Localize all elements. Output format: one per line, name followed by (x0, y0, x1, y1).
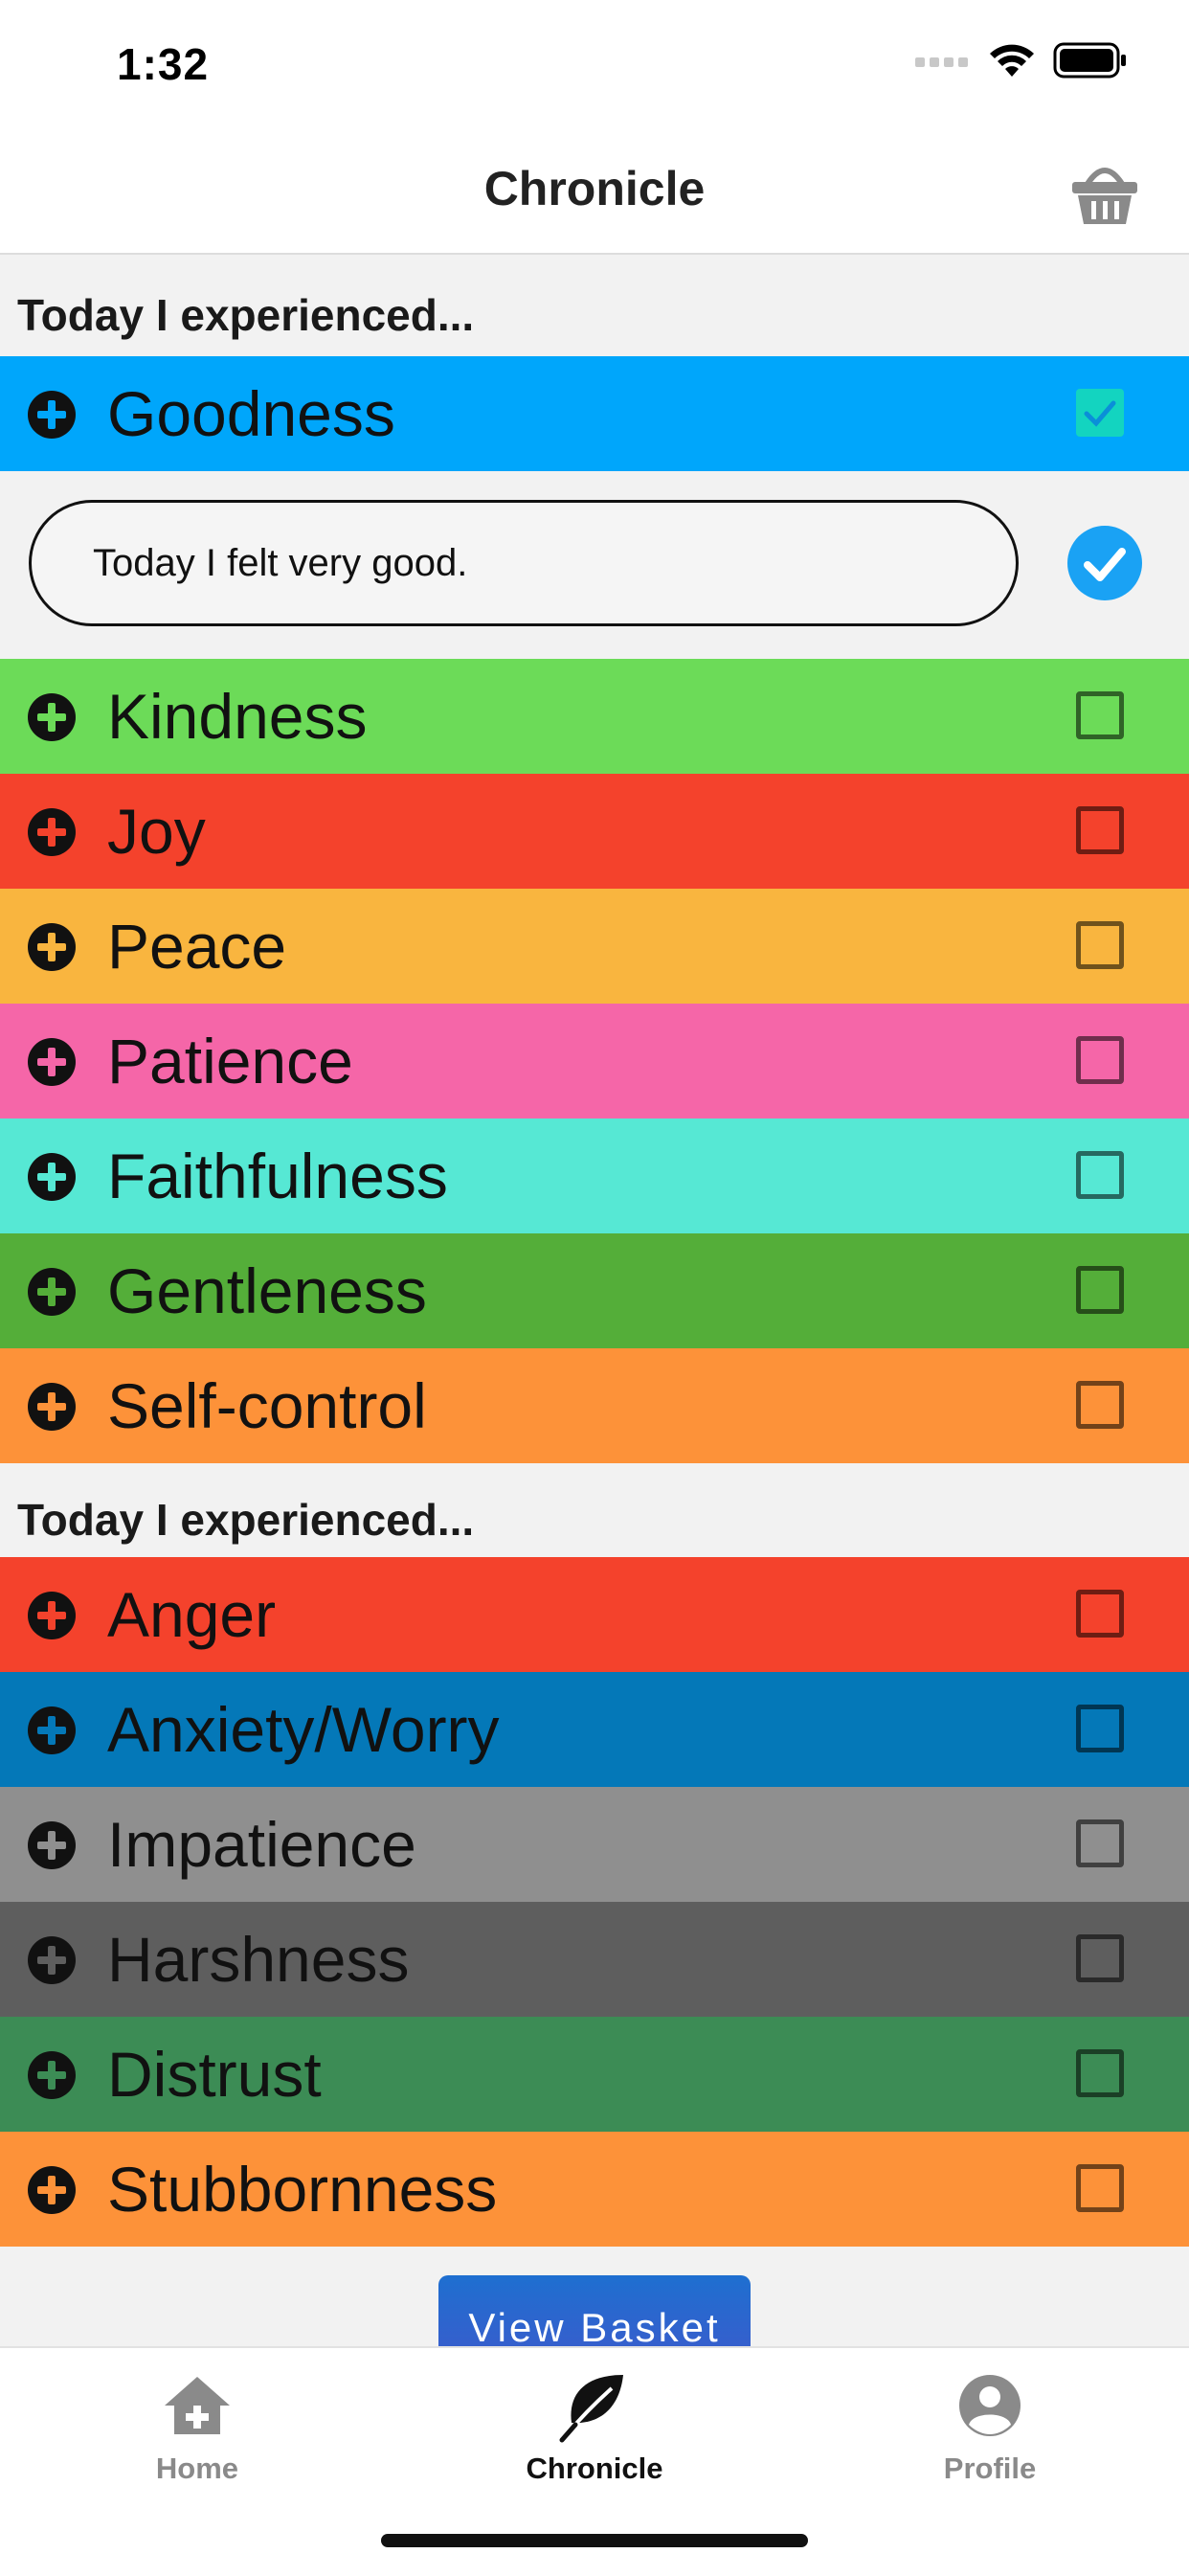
list-item[interactable]: Peace (0, 889, 1189, 1004)
leaf-icon (559, 2375, 623, 2443)
section-header-struggles: Today I experienced... (17, 1495, 475, 1545)
plus-circle-icon[interactable] (27, 390, 77, 440)
checkmark-icon (1084, 400, 1116, 427)
list-item[interactable]: Anger (0, 1557, 1189, 1672)
struggle-list: Anger Anxiety/Worry Impatience Harshness Dis… (0, 1557, 1189, 2247)
plus-circle-icon[interactable] (27, 1382, 77, 1432)
status-time: 1:32 (117, 39, 210, 89)
section-header-fruits: Today I experienced... (17, 290, 475, 340)
plus-circle-icon[interactable] (27, 1152, 77, 1202)
item-label: Gentleness (107, 1255, 427, 1326)
note-entry: Today I felt very good. (0, 471, 1189, 659)
page-title: Chronicle (483, 162, 706, 215)
tab-profile-label: Profile (943, 2452, 1037, 2485)
item-label: Kindness (107, 681, 368, 752)
item-label: Impatience (107, 1809, 416, 1880)
chronicle-list[interactable]: Today I experienced... Goodness Today I f… (0, 255, 1189, 2346)
list-item[interactable]: Gentleness (0, 1233, 1189, 1348)
tab-chronicle-label: Chronicle (526, 2452, 663, 2485)
item-checkbox[interactable] (1076, 1151, 1124, 1199)
wifi-icon (990, 44, 1034, 77)
signal-icon (915, 57, 968, 67)
home-indicator (381, 2534, 808, 2547)
item-checkbox[interactable] (1076, 389, 1124, 437)
status-icons (915, 42, 1128, 79)
plus-circle-icon[interactable] (27, 807, 77, 857)
plus-circle-icon[interactable] (27, 1591, 77, 1640)
list-item[interactable]: Distrust (0, 2017, 1189, 2132)
plus-circle-icon[interactable] (27, 2165, 77, 2215)
tab-chronicle[interactable]: Chronicle (470, 2367, 719, 2501)
item-checkbox[interactable] (1076, 1590, 1124, 1638)
list-item[interactable]: Goodness (0, 356, 1189, 471)
plus-circle-icon[interactable] (27, 1037, 77, 1087)
item-checkbox[interactable] (1076, 1705, 1124, 1752)
tab-home[interactable]: Home (73, 2367, 322, 2501)
list-item[interactable]: Harshness (0, 1902, 1189, 2017)
home-icon (165, 2377, 230, 2434)
basket-icon (1072, 168, 1137, 224)
list-item[interactable]: Impatience (0, 1787, 1189, 1902)
item-checkbox[interactable] (1076, 2164, 1124, 2212)
item-label: Harshness (107, 1924, 410, 1995)
list-item[interactable]: Stubbornness (0, 2132, 1189, 2247)
view-basket-button[interactable]: View Basket (438, 2275, 751, 2346)
nav-bar: Chronicle (0, 134, 1189, 255)
plus-circle-icon[interactable] (27, 2050, 77, 2100)
item-checkbox[interactable] (1076, 806, 1124, 854)
item-checkbox[interactable] (1076, 691, 1124, 739)
tab-profile[interactable]: Profile (865, 2367, 1114, 2501)
item-label: Anger (107, 1579, 277, 1650)
list-item[interactable]: Self-control (0, 1348, 1189, 1463)
plus-circle-icon[interactable] (27, 1820, 77, 1870)
fruit-list: Goodness Today I felt very good. Kindness J… (0, 356, 1189, 1463)
list-item[interactable]: Anxiety/Worry (0, 1672, 1189, 1787)
basket-button[interactable] (1066, 155, 1143, 232)
status-bar: 1:32 (0, 0, 1189, 134)
list-item[interactable]: Joy (0, 774, 1189, 889)
item-label: Patience (107, 1026, 353, 1096)
plus-circle-icon[interactable] (27, 1706, 77, 1755)
item-checkbox[interactable] (1076, 1266, 1124, 1314)
item-label: Peace (107, 911, 287, 982)
plus-circle-icon[interactable] (27, 692, 77, 742)
note-field[interactable]: Today I felt very good. (29, 500, 1019, 626)
list-item[interactable]: Patience (0, 1004, 1189, 1119)
plus-circle-icon[interactable] (27, 1267, 77, 1317)
item-checkbox[interactable] (1076, 921, 1124, 969)
plus-circle-icon[interactable] (27, 1935, 77, 1985)
item-label: Joy (107, 796, 206, 867)
list-item[interactable]: Faithfulness (0, 1119, 1189, 1233)
tab-home-label: Home (155, 2452, 239, 2485)
item-checkbox[interactable] (1076, 1036, 1124, 1084)
item-checkbox[interactable] (1076, 1381, 1124, 1429)
item-checkbox[interactable] (1076, 1934, 1124, 1982)
item-label: Faithfulness (107, 1141, 448, 1211)
item-label: Anxiety/Worry (107, 1694, 500, 1765)
plus-circle-icon[interactable] (27, 922, 77, 972)
view-basket-container: View Basket (0, 2247, 1189, 2346)
profile-icon (959, 2375, 1021, 2436)
item-label: Distrust (107, 2039, 322, 2110)
battery-icon (1053, 42, 1126, 79)
item-label: Self-control (107, 1370, 427, 1441)
item-label: Stubbornness (107, 2154, 498, 2225)
item-checkbox[interactable] (1076, 2049, 1124, 2097)
item-label: Goodness (107, 378, 395, 449)
item-checkbox[interactable] (1076, 1819, 1124, 1867)
confirm-checkmark-icon[interactable] (1066, 525, 1143, 601)
list-item[interactable]: Kindness (0, 659, 1189, 774)
